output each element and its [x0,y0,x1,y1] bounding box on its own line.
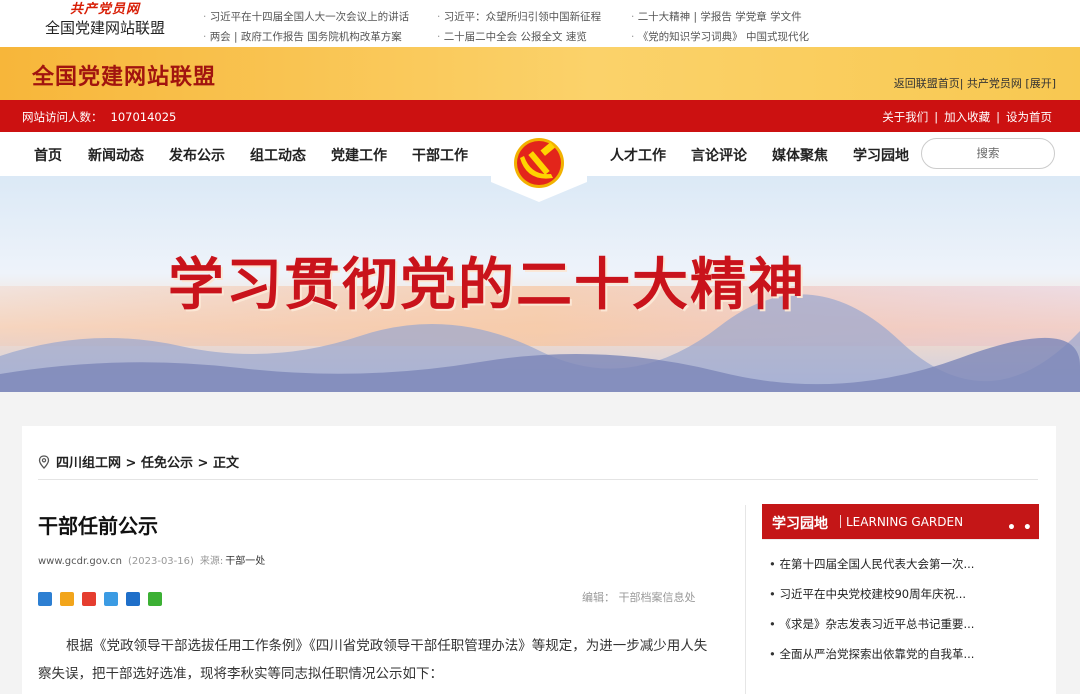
top-link[interactable]: 习近平：众望所归引领中国新征程 [437,7,602,27]
nav-item-commentary[interactable]: 言论评论 [691,145,747,165]
alliance-logo[interactable]: 共产党员网 全国党建网站联盟 [40,2,170,38]
share-wechat-icon[interactable] [148,592,163,606]
visits-count: 107014025 [110,110,177,124]
nav-item-media[interactable]: 媒体聚焦 [772,145,828,165]
hero-banner: 学习贯彻党的二十大精神 [0,176,1080,392]
panel-title: 学习园地 [772,516,828,532]
top-links-col3: 二十大精神 | 学报告 学党章 学文件 《党的知识学习词典》 中国式现代化 [631,7,809,47]
party-emblem[interactable] [491,132,587,202]
share-bar [38,592,165,608]
side-list-item[interactable]: 习近平在中央党校建校90周年庆祝... [769,586,966,602]
hero-slogan: 学习贯彻党的二十大精神 [168,252,806,318]
info-bar: 网站访问人数： 107014025 关于我们 | 加入收藏 | 设为首页 [0,100,1080,132]
search-input[interactable]: 搜索 [921,138,1055,169]
nav-item-org-work[interactable]: 组工动态 [250,145,306,165]
set-homepage-link[interactable]: 设为首页 [1006,110,1052,124]
nav-item-news[interactable]: 新闻动态 [88,145,144,165]
side-list-item[interactable]: 全面从严治党探索出依靠党的自我革... [769,646,974,662]
share-renren-icon[interactable] [126,592,141,606]
breadcrumb-current: 正文 [212,456,239,471]
side-list-item[interactable]: 《求是》杂志发表习近平总书记重要... [769,616,974,632]
visits-label: 网站访问人数： [22,110,103,124]
nav-item-talent[interactable]: 人才工作 [610,145,666,165]
title-separator [840,515,841,528]
article-meta: www.gcdr.gov.cn (2023-03-16) 来源: 干部一处 [38,552,265,567]
banner-title: 全国党建网站联盟 [32,65,217,90]
top-link[interactable]: 二十大精神 | 学报告 学党章 学文件 [631,7,809,27]
top-link[interactable]: 两会 | 政府工作报告 国务院机构改革方案 [203,27,409,47]
breadcrumb-separator: > [125,456,137,471]
location-pin-icon [38,455,50,473]
top-links-col2: 习近平：众望所归引领中国新征程 二十届二中全会 公报全文 速览 [437,7,602,47]
nav-item-party-building[interactable]: 党建工作 [331,145,387,165]
brand-script: 共产党员网 [69,2,140,17]
breadcrumb-site[interactable]: 四川组工网 [56,456,121,471]
source-value: 干部一处 [225,556,266,567]
study-panel-header: 学习园地 LEARNING GARDEN • • • [762,504,1039,552]
share-tencent-icon[interactable] [104,592,119,606]
publish-date: (2023-03-16) [127,556,194,567]
brand-name: 全国党建网站联盟 [44,19,165,37]
divider [762,539,1039,540]
more-icon[interactable]: • • • [1007,520,1039,552]
top-link[interactable]: 二十届二中全会 公报全文 速览 [437,27,601,47]
top-links-col1: 习近平在十四届全国人大一次会议上的讲话 两会 | 政府工作报告 国务院机构改革方… [203,7,410,47]
share-qzone-icon[interactable] [60,592,75,606]
top-link[interactable]: 习近平在十四届全国人大一次会议上的讲话 [203,7,410,27]
column-divider [745,505,746,694]
side-list-item[interactable]: 在第十四届全国人民代表大会第一次... [769,556,974,572]
article-editor: 编辑： 干部档案信息处 [582,591,696,604]
breadcrumb-section[interactable]: 任免公示 [141,456,193,471]
nav-item-study[interactable]: 学习园地 [853,145,909,165]
divider [38,479,1038,480]
source-site: www.gcdr.gov.cn [38,556,122,567]
breadcrumb: 四川组工网 > 任免公示 > 正文 [38,452,239,473]
nav-item-home[interactable]: 首页 [34,145,62,165]
article-title: 干部任前公示 [38,514,158,538]
about-link[interactable]: 关于我们 [882,110,928,124]
party-emblem-icon [491,132,587,202]
nav-item-cadre-work[interactable]: 干部工作 [412,145,468,165]
top-strip: 共产党员网 全国党建网站联盟 习近平在十四届全国人大一次会议上的讲话 两会 | … [0,0,1080,47]
breadcrumb-separator: > [197,456,209,471]
top-link[interactable]: 《党的知识学习词典》 中国式现代化 [631,27,809,47]
source-label: 来源: [199,556,224,567]
info-bar-links: 关于我们 | 加入收藏 | 设为首页 [882,110,1052,124]
nav-item-notices[interactable]: 发布公示 [169,145,225,165]
share-weibo-icon[interactable] [82,592,97,606]
site-banner: 全国党建网站联盟 返回联盟首页| 共产党员网 [展开] [0,47,1080,100]
bookmark-link[interactable]: 加入收藏 [944,110,990,124]
share-more-icon[interactable] [38,592,52,606]
banner-links[interactable]: 返回联盟首页| 共产党员网 [展开] [894,75,1056,91]
article-body: 根据《党政领导干部选拔任用工作条例》《四川省党政领导干部任职管理办法》等规定，为… [38,632,710,688]
article-paragraph: 根据《党政领导干部选拔任用工作条例》《四川省党政领导干部任职管理办法》等规定，为… [38,638,708,682]
visit-counter: 网站访问人数： 107014025 [22,109,176,125]
panel-subtitle: LEARNING GARDEN [846,515,964,529]
